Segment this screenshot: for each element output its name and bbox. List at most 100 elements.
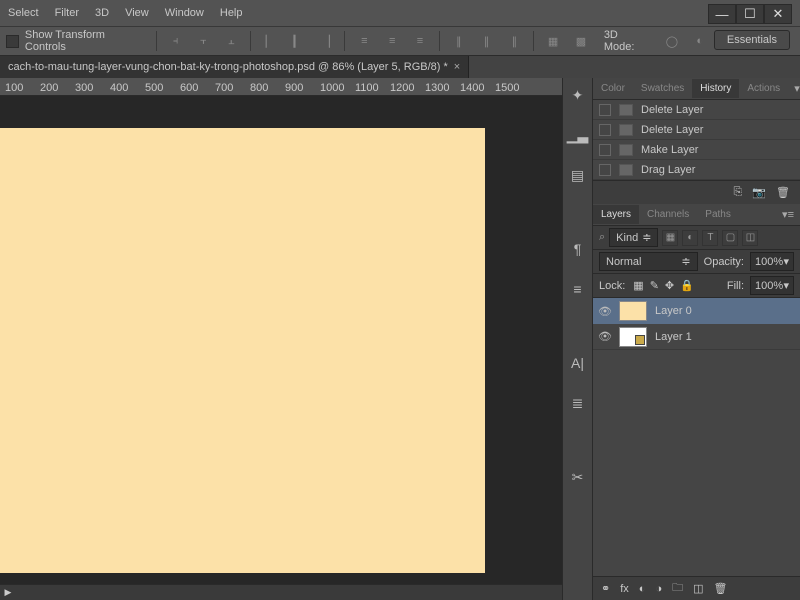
auto-blend-icon[interactable]: ▩	[570, 31, 592, 51]
ruler-tick: 700	[215, 82, 233, 94]
workspace-switcher[interactable]: Essentials	[714, 30, 790, 50]
tab-channels[interactable]: Channels	[639, 205, 697, 224]
tab-paths[interactable]: Paths	[697, 205, 739, 224]
tab-swatches[interactable]: Swatches	[633, 79, 692, 98]
tab-layers[interactable]: Layers	[593, 205, 639, 224]
tab-history[interactable]: History	[692, 79, 739, 98]
history-toggle-box[interactable]	[599, 124, 611, 136]
maximize-button[interactable]: ☐	[736, 4, 764, 24]
layer-fx-icon[interactable]: fx	[620, 583, 629, 595]
history-item-label: Delete Layer	[641, 124, 703, 136]
orbit-3d-icon[interactable]: ◯	[661, 31, 683, 51]
menu-item-window[interactable]: Window	[165, 7, 204, 19]
layer-name[interactable]: Layer 1	[655, 331, 692, 343]
fill-field[interactable]: 100%▾	[750, 276, 794, 295]
delete-layer-icon[interactable]: 🗑	[714, 582, 728, 595]
distribute-hcenter-icon[interactable]: ∥	[476, 31, 498, 51]
distribute-left-icon[interactable]: ∥	[448, 31, 470, 51]
lock-position-icon[interactable]: ✥	[665, 279, 674, 292]
horizontal-scrollbar[interactable]: ▶	[0, 584, 562, 600]
roll-3d-icon[interactable]: ◐	[689, 31, 711, 51]
group-icon[interactable]: 🗀	[672, 579, 683, 598]
align-right-icon[interactable]: ▕	[315, 31, 337, 51]
ruler-tick: 100	[5, 82, 23, 94]
visibility-icon[interactable]: 👁	[599, 305, 611, 317]
menu-item-filter[interactable]: Filter	[55, 7, 79, 19]
navigator-icon[interactable]: ✦	[568, 86, 588, 104]
ruler-tick: 1400	[460, 82, 484, 94]
character-icon[interactable]: ¶	[568, 240, 588, 258]
filter-type-icon[interactable]: T	[702, 230, 718, 246]
opacity-field[interactable]: 100%▾	[750, 252, 794, 271]
align-hcenter-icon[interactable]: ▎	[287, 31, 309, 51]
filter-kind-dropdown[interactable]: Kind≑	[609, 228, 658, 247]
ruler-tick: 300	[75, 82, 93, 94]
align-top-icon[interactable]: ⫞	[165, 31, 187, 51]
distribute-top-icon[interactable]: ≡	[353, 31, 375, 51]
visibility-icon[interactable]: 👁	[599, 331, 611, 343]
link-layers-icon[interactable]: ⚭	[601, 582, 610, 595]
minimize-button[interactable]: —	[708, 4, 736, 24]
history-toggle-box[interactable]	[599, 104, 611, 116]
search-icon[interactable]: ⌕	[599, 231, 605, 244]
history-item[interactable]: Make Layer	[593, 140, 800, 160]
paragraph-icon[interactable]: ≡	[568, 280, 588, 298]
history-toggle-box[interactable]	[599, 144, 611, 156]
properties-icon[interactable]: ✂	[568, 468, 588, 486]
adjustment-layer-icon[interactable]: ◑	[655, 583, 662, 595]
scroll-right-icon[interactable]: ▶	[0, 585, 16, 600]
document-tab[interactable]: cach-to-mau-tung-layer-vung-chon-bat-ky-…	[0, 56, 469, 78]
align-vcenter-icon[interactable]: ⫟	[193, 31, 215, 51]
create-document-icon[interactable]: ⎘	[734, 186, 743, 199]
close-button[interactable]: ✕	[764, 4, 792, 24]
histogram-icon[interactable]: ▁▃	[568, 126, 588, 144]
snapshot-icon[interactable]: 📷	[752, 186, 766, 199]
history-item[interactable]: Drag Layer	[593, 160, 800, 180]
transform-controls-checkbox[interactable]	[6, 35, 19, 48]
history-list: Delete Layer Delete Layer Make LayerDrag L…	[593, 100, 800, 180]
distribute-right-icon[interactable]: ∥	[503, 31, 525, 51]
tab-color[interactable]: Color	[593, 79, 633, 98]
tab-actions[interactable]: Actions	[739, 79, 788, 98]
new-layer-icon[interactable]: ◫	[693, 582, 703, 595]
distribute-bottom-icon[interactable]: ≡	[409, 31, 431, 51]
layer-thumbnail[interactable]	[619, 301, 647, 321]
distribute-vcenter-icon[interactable]: ≡	[381, 31, 403, 51]
paragraph-styles-icon[interactable]: ≣	[568, 394, 588, 412]
filter-shape-icon[interactable]: ▢	[722, 230, 738, 246]
filter-pixel-icon[interactable]: ▦	[662, 230, 678, 246]
lock-label: Lock:	[599, 280, 625, 292]
horizontal-ruler: 0100200300400500600700800900100011001200…	[0, 78, 562, 96]
layer-name[interactable]: Layer 0	[655, 305, 692, 317]
layer-row[interactable]: 👁 Layer 0	[593, 298, 800, 324]
lock-pixels-icon[interactable]: ✎	[650, 279, 659, 292]
filter-smartobject-icon[interactable]: ◫	[742, 230, 758, 246]
info-icon[interactable]: ▤	[568, 166, 588, 184]
lock-transparent-icon[interactable]: ▦	[633, 279, 643, 292]
align-left-icon[interactable]: ▏	[259, 31, 281, 51]
history-toggle-box[interactable]	[599, 164, 611, 176]
menu-item-select[interactable]: Select	[8, 7, 39, 19]
blend-mode-dropdown[interactable]: Normal≑	[599, 252, 698, 271]
history-item[interactable]: Delete Layer	[593, 100, 800, 120]
typography-icon[interactable]: A|	[568, 354, 588, 372]
auto-align-icon[interactable]: ▦	[542, 31, 564, 51]
align-bottom-icon[interactable]: ⫠	[220, 31, 242, 51]
menu-item-help[interactable]: Help	[220, 7, 243, 19]
layer-row[interactable]: 👁 Layer 1	[593, 324, 800, 350]
panel-menu-icon[interactable]: ▾≡	[788, 82, 800, 95]
layer-thumbnail[interactable]	[619, 327, 647, 347]
lock-all-icon[interactable]: 🔒	[680, 279, 694, 292]
layer-mask-icon[interactable]: ◐	[639, 583, 646, 595]
filter-adjustment-icon[interactable]: ◐	[682, 230, 698, 246]
document-tab-close-icon[interactable]: ×	[454, 61, 460, 73]
document-canvas[interactable]	[0, 128, 485, 573]
layers-panel-menu-icon[interactable]: ▾≡	[776, 208, 800, 221]
3d-mode-label: 3D Mode:	[604, 29, 651, 53]
ruler-tick: 900	[285, 82, 303, 94]
document-tab-bar: cach-to-mau-tung-layer-vung-chon-bat-ky-…	[0, 56, 800, 78]
menu-item-view[interactable]: View	[125, 7, 149, 19]
history-item[interactable]: Delete Layer	[593, 120, 800, 140]
delete-state-icon[interactable]: 🗑	[776, 186, 790, 199]
menu-item-3d[interactable]: 3D	[95, 7, 109, 19]
